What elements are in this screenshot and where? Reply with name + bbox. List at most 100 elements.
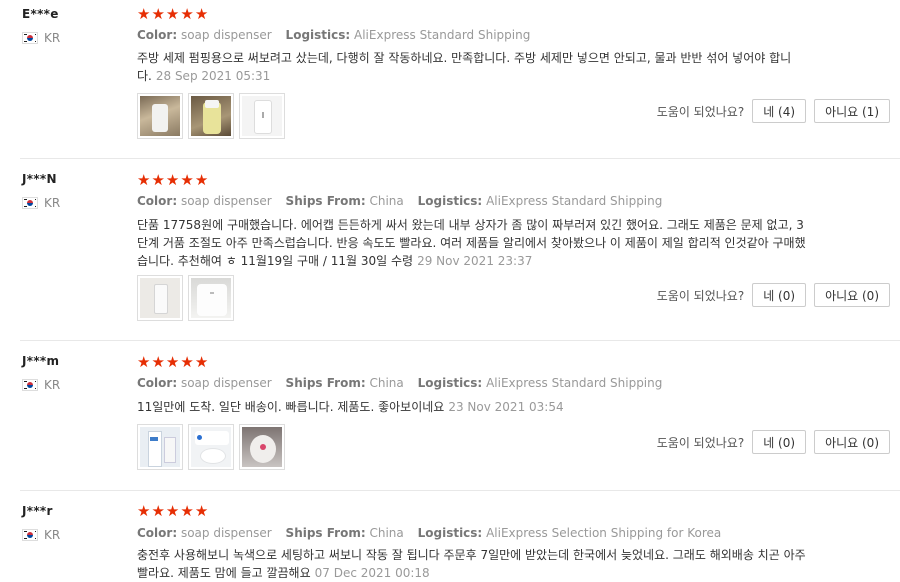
helpful-no-button[interactable]: 아니요 (0): [814, 283, 890, 307]
star-icon: ★: [180, 171, 194, 189]
color-value: soap dispenser: [180, 526, 272, 540]
reviewer-country: KR: [22, 196, 60, 210]
star-icon: ★: [151, 5, 165, 23]
korea-flag-icon: [22, 529, 38, 541]
logistics-label: Logistics:: [417, 376, 483, 390]
color-label: Color:: [137, 526, 178, 540]
helpful-question: 도움이 되었나요?: [656, 435, 745, 450]
country-code: KR: [44, 31, 61, 45]
review-photo[interactable]: [239, 93, 285, 139]
star-icon: ★: [194, 353, 209, 371]
korea-flag-icon: [22, 32, 38, 44]
star-icon: ★: [194, 5, 209, 23]
logistics-label: Logistics:: [417, 194, 483, 208]
color-value: soap dispenser: [180, 376, 272, 390]
photo-dispenser-box-icon: [140, 278, 180, 318]
color-value: soap dispenser: [180, 194, 272, 208]
photo-dispenser-sensor-icon: [242, 427, 282, 467]
review-photo[interactable]: [188, 93, 234, 139]
review-item: J***N KR ★ ★ ★ ★ ★ Color: soap dispenser Shi…: [0, 158, 900, 340]
star-rating: ★ ★ ★ ★ ★: [137, 7, 208, 22]
review-photos: [137, 275, 234, 321]
helpful-votes: 도움이 되었나요? 네 (0) 아니요 (0): [657, 430, 890, 454]
logistics-value: AliExpress Standard Shipping: [486, 376, 663, 390]
reviewer-country: KR: [22, 31, 60, 45]
review-photo[interactable]: [137, 93, 183, 139]
helpful-votes: 도움이 되었나요? 네 (4) 아니요 (1): [657, 99, 890, 123]
review-item: J***m KR ★ ★ ★ ★ ★ Color: soap dispenser Shi…: [0, 340, 900, 490]
photo-dispenser-foam-icon: [191, 427, 231, 467]
country-code: KR: [44, 528, 61, 542]
star-icon: ★: [151, 171, 165, 189]
review-photos: [137, 424, 285, 470]
helpful-yes-button[interactable]: 네 (4): [752, 99, 807, 123]
country-code: KR: [44, 196, 61, 210]
review-meta: Color: soap dispenser Ships From: China …: [137, 194, 672, 208]
review-date: 23 Nov 2021 03:54: [448, 400, 564, 414]
star-icon: ★: [180, 502, 194, 520]
helpful-yes-button[interactable]: 네 (0): [752, 430, 807, 454]
review-photo[interactable]: [188, 275, 234, 321]
logistics-value: AliExpress Standard Shipping: [486, 194, 663, 208]
helpful-question: 도움이 되었나요?: [656, 104, 745, 119]
ships-from-value: China: [369, 526, 404, 540]
ships-from-label: Ships From:: [285, 526, 366, 540]
photo-dispenser-yellow-icon: [191, 96, 231, 136]
helpful-yes-button[interactable]: 네 (0): [752, 283, 807, 307]
color-label: Color:: [137, 28, 178, 42]
star-rating: ★ ★ ★ ★ ★: [137, 355, 208, 370]
star-rating: ★ ★ ★ ★ ★: [137, 173, 208, 188]
star-icon: ★: [151, 502, 165, 520]
reviewer-country: KR: [22, 378, 60, 392]
photo-package-icon: [140, 427, 180, 467]
star-icon: ★: [194, 171, 209, 189]
logistics-label: Logistics:: [417, 526, 483, 540]
logistics-value: AliExpress Selection Shipping for Korea: [486, 526, 722, 540]
review-photo[interactable]: [137, 424, 183, 470]
review-date: 29 Nov 2021 23:37: [417, 254, 533, 268]
star-icon: ★: [137, 502, 151, 520]
reviewer-name: E***e: [22, 7, 59, 21]
reviewer-country: KR: [22, 528, 60, 542]
review-meta: Color: soap dispenser Logistics: AliExpr…: [137, 28, 540, 42]
review-item: E***e KR ★ ★ ★ ★ ★ Color: soap dispenser Log…: [0, 0, 900, 158]
ships-from-value: China: [369, 194, 404, 208]
review-meta: Color: soap dispenser Ships From: China …: [137, 526, 731, 540]
country-code: KR: [44, 378, 61, 392]
review-text: 11일만에 도착. 일단 배송이. 빠릅니다. 제품도. 좋아보이네요: [137, 400, 445, 414]
reviewer-name: J***N: [22, 172, 57, 186]
review-text-block: 충전후 사용해보니 녹색으로 세팅하고 써보니 작동 잘 됩니다 주문후 7일만…: [137, 546, 809, 582]
photo-dispenser-sink-icon: [140, 96, 180, 136]
reviewer-name: J***r: [22, 504, 53, 518]
star-icon: ★: [137, 171, 151, 189]
review-photo[interactable]: [188, 424, 234, 470]
review-photo[interactable]: [137, 275, 183, 321]
review-photo[interactable]: [239, 424, 285, 470]
review-text: 충전후 사용해보니 녹색으로 세팅하고 써보니 작동 잘 됩니다 주문후 7일만…: [137, 548, 806, 580]
color-label: Color:: [137, 376, 178, 390]
color-label: Color:: [137, 194, 178, 208]
star-icon: ★: [180, 353, 194, 371]
star-icon: ★: [137, 5, 151, 23]
ships-from-label: Ships From:: [285, 194, 366, 208]
star-rating: ★ ★ ★ ★ ★: [137, 504, 208, 519]
color-value: soap dispenser: [180, 28, 272, 42]
reviewer-name: J***m: [22, 354, 60, 368]
ships-from-label: Ships From:: [285, 376, 366, 390]
review-date: 07 Dec 2021 00:18: [314, 566, 430, 580]
review-date: 28 Sep 2021 05:31: [155, 69, 271, 83]
star-icon: ★: [165, 5, 180, 23]
korea-flag-icon: [22, 379, 38, 391]
review-photos: [137, 93, 285, 139]
review-item: J***r KR ★ ★ ★ ★ ★ Color: soap dispenser Shi…: [0, 490, 900, 580]
review-text-block: 주방 세제 펌핑용으로 써보려고 샀는데, 다행히 잘 작동하네요. 만족합니다…: [137, 49, 809, 85]
star-icon: ★: [151, 353, 165, 371]
review-text-block: 단품 17758원에 구매했습니다. 에어캡 든든하게 싸서 왔는데 내부 상자…: [137, 216, 809, 270]
star-icon: ★: [180, 5, 194, 23]
star-icon: ★: [165, 353, 180, 371]
helpful-question: 도움이 되었나요?: [656, 288, 745, 303]
star-icon: ★: [165, 171, 180, 189]
review-text-block: 11일만에 도착. 일단 배송이. 빠릅니다. 제품도. 좋아보이네요 23 No…: [137, 398, 809, 416]
helpful-no-button[interactable]: 아니요 (1): [814, 99, 890, 123]
helpful-no-button[interactable]: 아니요 (0): [814, 430, 890, 454]
